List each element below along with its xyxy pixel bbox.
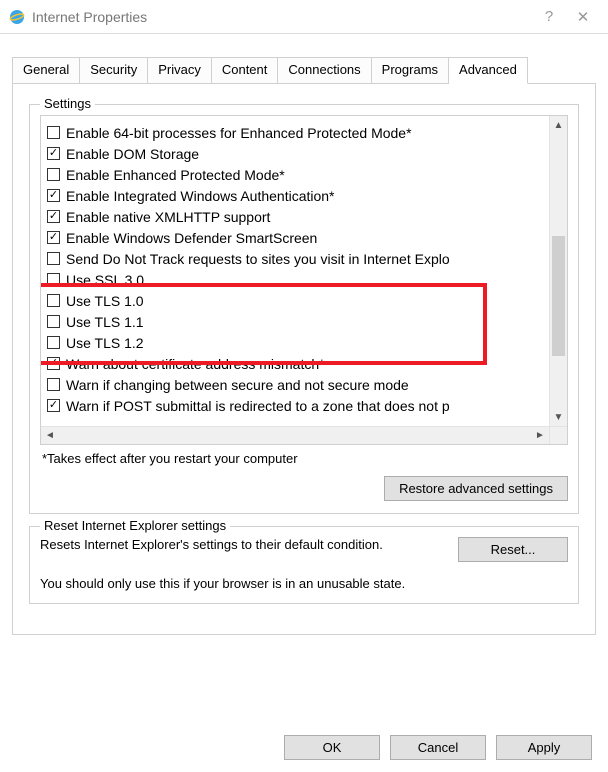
restore-advanced-button[interactable]: Restore advanced settings — [384, 476, 568, 501]
titlebar: Internet Properties ? ✕ — [0, 0, 608, 34]
window-title: Internet Properties — [32, 9, 147, 25]
reset-desc: Resets Internet Explorer's settings to t… — [40, 537, 444, 552]
reset-warning: You should only use this if your browser… — [40, 576, 568, 591]
checkbox[interactable] — [47, 210, 60, 223]
checkbox[interactable] — [47, 273, 60, 286]
settings-item-label: Warn about certificate address mismatch* — [66, 356, 325, 372]
settings-group: Settings Enable 64-bit processes for Enh… — [29, 104, 579, 514]
tab-general[interactable]: General — [12, 57, 80, 84]
scroll-corner — [549, 426, 567, 444]
cancel-button[interactable]: Cancel — [390, 735, 486, 760]
settings-item-label: Enable native XMLHTTP support — [66, 209, 270, 225]
checkbox[interactable] — [47, 231, 60, 244]
reset-group-label: Reset Internet Explorer settings — [40, 518, 230, 533]
checkbox[interactable] — [47, 378, 60, 391]
checkbox[interactable] — [47, 399, 60, 412]
scroll-left-icon[interactable]: ◄ — [41, 430, 59, 441]
checkbox[interactable] — [47, 147, 60, 160]
checkbox[interactable] — [47, 189, 60, 202]
scroll-thumb[interactable] — [552, 236, 565, 356]
apply-button[interactable]: Apply — [496, 735, 592, 760]
vertical-scrollbar[interactable]: ▲ ▼ — [549, 116, 567, 426]
settings-item[interactable]: Warn if changing between secure and not … — [47, 374, 549, 395]
settings-item-label: Use TLS 1.0 — [66, 293, 144, 309]
ok-button[interactable]: OK — [284, 735, 380, 760]
settings-item[interactable]: Send Do Not Track requests to sites you … — [47, 248, 549, 269]
checkbox[interactable] — [47, 357, 60, 370]
settings-item-label: Send Do Not Track requests to sites you … — [66, 251, 450, 267]
settings-item[interactable]: Warn about certificate address mismatch* — [47, 353, 549, 374]
help-button[interactable]: ? — [532, 8, 566, 25]
tab-privacy[interactable]: Privacy — [148, 57, 212, 84]
horizontal-scrollbar[interactable]: ◄ ► — [41, 426, 549, 444]
settings-listbox[interactable]: Enable 64-bit processes for Enhanced Pro… — [40, 115, 568, 445]
scroll-right-icon[interactable]: ► — [531, 430, 549, 441]
settings-item[interactable]: Enable native XMLHTTP support — [47, 206, 549, 227]
settings-item-label: Enable Integrated Windows Authentication… — [66, 188, 335, 204]
dialog-buttons: OK Cancel Apply — [284, 735, 592, 760]
checkbox[interactable] — [47, 315, 60, 328]
settings-item-label: Enable Windows Defender SmartScreen — [66, 230, 317, 246]
settings-item[interactable]: Enable Windows Defender SmartScreen — [47, 227, 549, 248]
tab-programs[interactable]: Programs — [372, 57, 449, 84]
tab-content[interactable]: Content — [212, 57, 279, 84]
settings-item[interactable]: Use SSL 3.0 — [47, 269, 549, 290]
checkbox[interactable] — [47, 336, 60, 349]
settings-item-label: Enable DOM Storage — [66, 146, 199, 162]
settings-item[interactable]: Enable 64-bit processes for Enhanced Pro… — [47, 122, 549, 143]
tab-panel: Settings Enable 64-bit processes for Enh… — [12, 83, 596, 635]
settings-item-label: Warn if POST submittal is redirected to … — [66, 398, 450, 414]
checkbox[interactable] — [47, 126, 60, 139]
settings-group-label: Settings — [40, 96, 95, 111]
settings-item-label: Use TLS 1.1 — [66, 314, 144, 330]
settings-item-label: Use SSL 3.0 — [66, 272, 144, 288]
reset-group: Reset Internet Explorer settings Resets … — [29, 526, 579, 604]
tab-connections[interactable]: Connections — [278, 57, 371, 84]
scroll-up-icon[interactable]: ▲ — [550, 116, 567, 134]
settings-item-label: Use TLS 1.2 — [66, 335, 144, 351]
settings-item[interactable]: Use TLS 1.2 — [47, 332, 549, 353]
tabstrip: GeneralSecurityPrivacyContentConnections… — [12, 56, 596, 83]
checkbox[interactable] — [47, 294, 60, 307]
settings-item[interactable]: Use TLS 1.0 — [47, 290, 549, 311]
close-button[interactable]: ✕ — [566, 8, 600, 26]
ie-icon — [8, 8, 26, 26]
settings-item-label: Enable Enhanced Protected Mode* — [66, 167, 285, 183]
checkbox[interactable] — [47, 168, 60, 181]
tab-security[interactable]: Security — [80, 57, 148, 84]
settings-item-label: Warn if changing between secure and not … — [66, 377, 409, 393]
settings-item-label: Enable 64-bit processes for Enhanced Pro… — [66, 125, 412, 141]
restart-note: *Takes effect after you restart your com… — [42, 451, 566, 466]
settings-item[interactable]: Enable Enhanced Protected Mode* — [47, 164, 549, 185]
settings-item[interactable]: Warn if POST submittal is redirected to … — [47, 395, 549, 416]
tab-advanced[interactable]: Advanced — [449, 57, 528, 84]
settings-item[interactable]: Enable Integrated Windows Authentication… — [47, 185, 549, 206]
checkbox[interactable] — [47, 252, 60, 265]
reset-button[interactable]: Reset... — [458, 537, 568, 562]
settings-item[interactable]: Use TLS 1.1 — [47, 311, 549, 332]
scroll-down-icon[interactable]: ▼ — [550, 408, 567, 426]
settings-item[interactable]: Enable DOM Storage — [47, 143, 549, 164]
